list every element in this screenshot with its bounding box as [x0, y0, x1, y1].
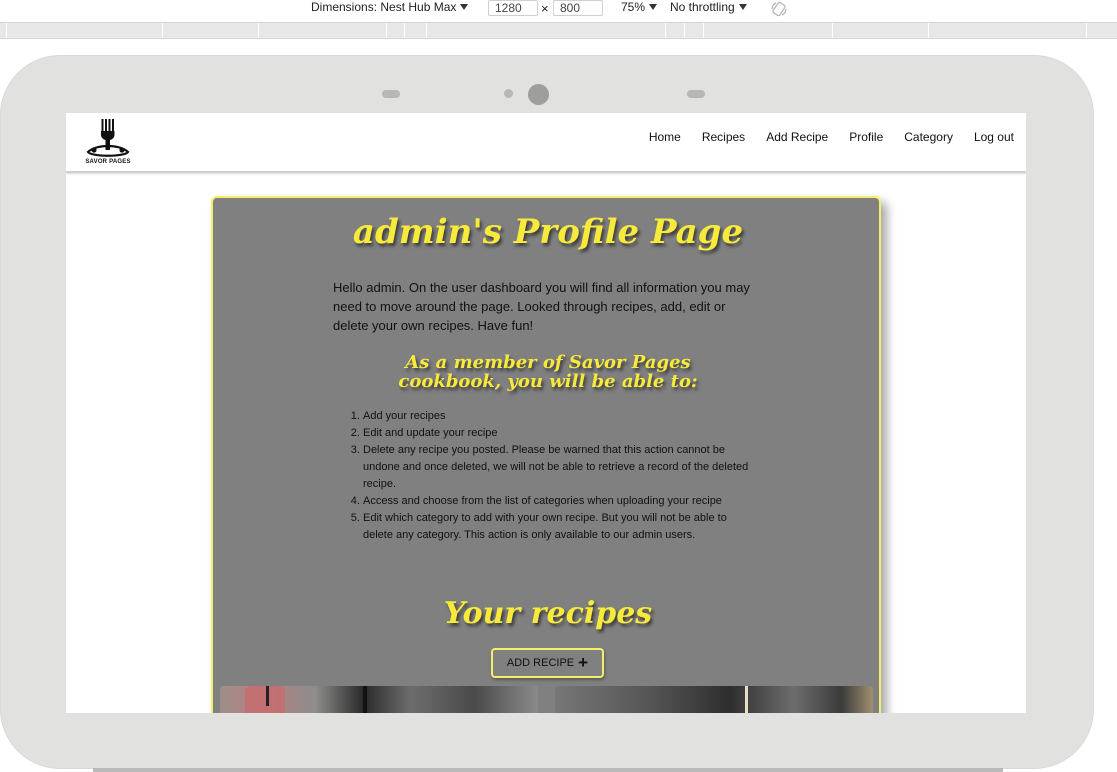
chevron-down-icon	[738, 4, 747, 10]
fork-logo-icon	[86, 119, 130, 157]
recipe-card-image[interactable]	[555, 686, 873, 713]
site-logo[interactable]: SAVOR PAGES	[80, 116, 140, 168]
list-item: Add your recipes	[363, 408, 758, 425]
recipe-card-image[interactable]	[220, 686, 538, 713]
list-item: Delete any recipe you posted. Please be …	[363, 442, 758, 493]
frame-bottom-edge	[93, 768, 1003, 772]
plus-icon: +	[578, 653, 589, 672]
add-recipe-button[interactable]: ADD RECIPE +	[491, 648, 604, 678]
camera-icon	[528, 84, 549, 105]
chevron-down-icon	[649, 4, 658, 10]
site-navbar: SAVOR PAGES Home Recipes Add Recipe Prof…	[66, 113, 1026, 173]
list-item: Edit and update your recipe	[363, 425, 758, 442]
device-toolbar: Dimensions: Nest Hub Max 1280 × 800 75% …	[0, 0, 1117, 20]
nav-link-home[interactable]: Home	[649, 130, 681, 144]
nav-link-recipes[interactable]: Recipes	[702, 130, 745, 144]
emulated-viewport: SAVOR PAGES Home Recipes Add Recipe Prof…	[66, 113, 1026, 713]
profile-card: admin's Profile Page Hello admin. On the…	[211, 196, 881, 713]
rotate-icon[interactable]	[770, 0, 788, 18]
throttling-value: No throttling	[670, 0, 735, 14]
zoom-value: 75%	[621, 0, 646, 14]
zoom-dropdown[interactable]: 75%	[621, 0, 658, 16]
member-benefits-heading: As a member of Savor Pages cookbook, you…	[398, 352, 698, 392]
drink-photo-detail	[363, 686, 367, 713]
your-recipes-heading: Your recipes	[443, 596, 653, 631]
device-height-input[interactable]: 800	[553, 0, 603, 16]
nav-link-add-recipe[interactable]: Add Recipe	[766, 130, 828, 144]
media-query-ruler[interactable]	[0, 22, 1117, 39]
logo-wordmark: SAVOR PAGES	[85, 159, 131, 165]
sensor-dot-icon	[504, 89, 513, 98]
device-dimensions-dropdown[interactable]: Dimensions: Nest Hub Max	[311, 0, 469, 16]
device-dimensions-label: Dimensions: Nest Hub Max	[311, 0, 457, 14]
sensor-icon	[382, 90, 400, 98]
welcome-text: Hello admin. On the user dashboard you w…	[333, 280, 750, 333]
nav-link-profile[interactable]: Profile	[849, 130, 883, 144]
list-item: Access and choose from the list of categ…	[363, 493, 758, 510]
food-photo-detail	[745, 686, 748, 713]
add-recipe-label: ADD RECIPE	[506, 657, 575, 669]
nav-link-category[interactable]: Category	[904, 130, 953, 144]
device-width-input[interactable]: 1280	[488, 0, 538, 16]
sensor-icon	[687, 90, 705, 98]
chevron-down-icon	[460, 4, 469, 10]
list-item: Edit which category to add with your own…	[363, 510, 758, 544]
nav-menu: Home Recipes Add Recipe Profile Category…	[649, 130, 1014, 144]
nav-link-log-out[interactable]: Log out	[974, 130, 1014, 144]
drink-photo-detail	[245, 686, 285, 713]
drink-photo-detail	[266, 686, 269, 706]
throttling-dropdown[interactable]: No throttling	[670, 0, 747, 16]
dimension-separator: ×	[541, 1, 549, 16]
page-title: admin's Profile Page	[352, 212, 744, 252]
member-benefits-list: Add your recipes Edit and update your re…	[343, 408, 758, 544]
